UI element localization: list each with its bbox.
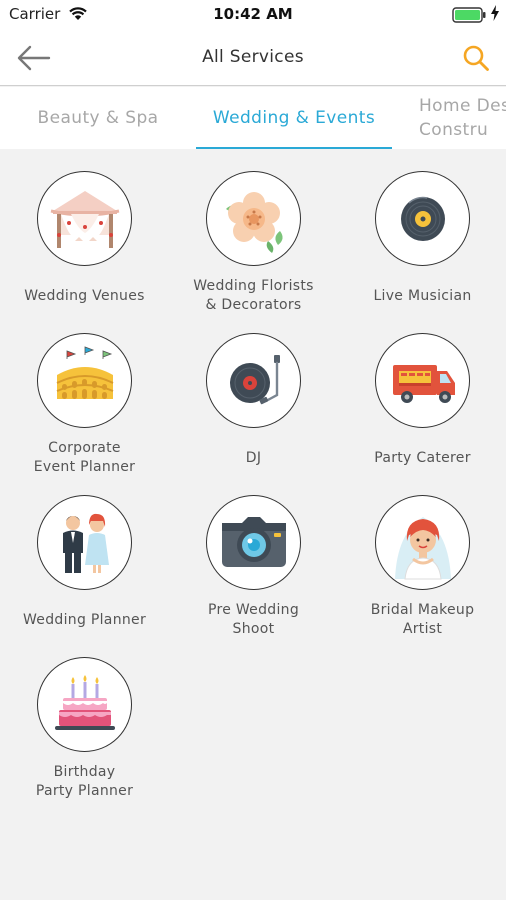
service-label: Party Caterer bbox=[374, 450, 471, 466]
service-pre-wedding-shoot[interactable]: Pre Wedding Shoot bbox=[169, 474, 338, 637]
service-icon-circle bbox=[375, 171, 470, 266]
service-wedding-planner[interactable]: Wedding Planner bbox=[0, 474, 169, 634]
service-bridal-makeup-artist[interactable]: Bridal Makeup Artist bbox=[338, 474, 506, 637]
service-wedding-venues[interactable]: Wedding Venues bbox=[0, 150, 169, 310]
service-icon-circle bbox=[37, 657, 132, 752]
service-live-musician[interactable]: Live Musician bbox=[338, 150, 506, 310]
service-icon-circle bbox=[37, 495, 132, 590]
status-time: 10:42 AM bbox=[213, 5, 293, 23]
tab-beauty-spa[interactable]: Beauty & Spa bbox=[0, 87, 196, 149]
tab-home-design-construction[interactable]: Home Des Constru bbox=[405, 87, 506, 149]
colosseum-icon bbox=[56, 345, 113, 399]
service-icon-circle bbox=[375, 495, 470, 590]
tent-icon bbox=[50, 190, 119, 248]
service-label: Wedding Venues bbox=[24, 288, 145, 304]
service-label: Corporate Event Planner bbox=[33, 440, 136, 475]
category-tabs: Beauty & Spa Wedding & Events Home Des C… bbox=[0, 87, 506, 149]
service-party-caterer[interactable]: Party Caterer bbox=[338, 312, 506, 472]
service-label: Live Musician bbox=[373, 288, 472, 304]
service-label: DJ bbox=[245, 450, 262, 466]
service-corporate-event-planner[interactable]: Corporate Event Planner bbox=[0, 312, 169, 475]
flower-icon bbox=[225, 191, 283, 253]
tab-wedding-events[interactable]: Wedding & Events bbox=[196, 87, 392, 149]
status-bar: Carrier 10:42 AM bbox=[0, 0, 506, 30]
search-button[interactable] bbox=[458, 40, 494, 76]
service-dj[interactable]: DJ bbox=[169, 312, 338, 472]
service-icon-circle bbox=[206, 333, 301, 428]
service-label: Birthday Party Planner bbox=[35, 764, 134, 799]
active-tab-indicator bbox=[196, 147, 392, 149]
vinyl-record-icon bbox=[400, 196, 445, 241]
turntable-icon bbox=[229, 354, 280, 404]
service-birthday-party-planner[interactable]: Birthday Party Planner bbox=[0, 636, 169, 799]
services-grid: Wedding Venues Wedding Florists & Decora… bbox=[0, 150, 506, 900]
bride-icon bbox=[394, 516, 451, 579]
service-icon-circle bbox=[206, 495, 301, 590]
page-title: All Services bbox=[202, 47, 304, 67]
camera-icon bbox=[221, 516, 286, 567]
nav-bar: All Services bbox=[0, 30, 506, 86]
search-icon bbox=[463, 45, 489, 71]
service-wedding-florists[interactable]: Wedding Florists & Decorators bbox=[169, 150, 338, 313]
food-truck-icon bbox=[392, 364, 455, 403]
service-icon-circle bbox=[37, 171, 132, 266]
birthday-cake-icon bbox=[54, 674, 115, 730]
service-label: Bridal Makeup Artist bbox=[370, 602, 475, 637]
charging-icon bbox=[491, 5, 499, 21]
service-label: Pre Wedding Shoot bbox=[207, 602, 300, 637]
battery-icon bbox=[452, 7, 486, 23]
service-icon-circle bbox=[206, 171, 301, 266]
service-icon-circle bbox=[375, 333, 470, 428]
service-label: Wedding Planner bbox=[22, 612, 147, 628]
service-icon-circle bbox=[37, 333, 132, 428]
couple-icon bbox=[62, 513, 109, 573]
service-label: Wedding Florists & Decorators bbox=[193, 278, 314, 313]
